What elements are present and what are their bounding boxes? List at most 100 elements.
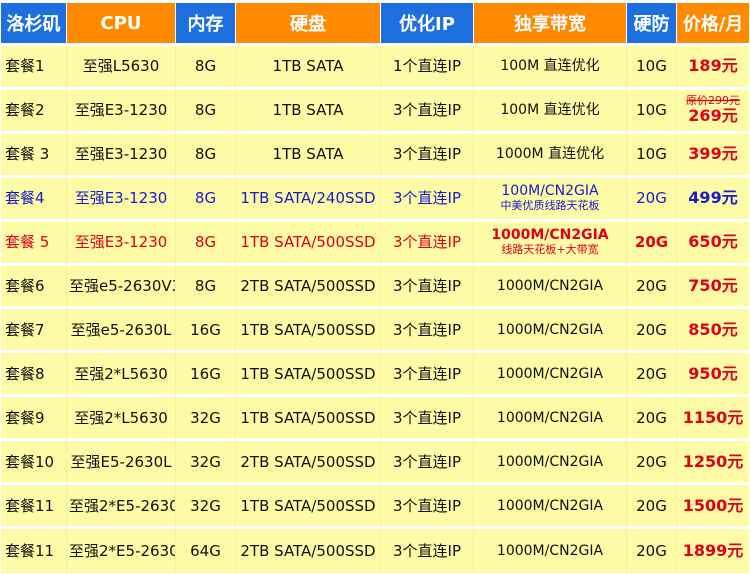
plan-price: 1250元 [677, 441, 749, 486]
plan-name: 套餐1 [1, 46, 67, 90]
plan-bandwidth: 1000M/CN2GIA [474, 353, 627, 398]
plan-memory: 8G [176, 133, 236, 178]
plan-ddos: 20G [627, 485, 677, 529]
table-row: 套餐 5 至强E3-1230 8G 1TB SATA/500SSD 3个直连IP… [1, 221, 749, 266]
header-bandwidth: 独享带宽 [474, 3, 627, 46]
plan-memory: 32G [176, 485, 236, 529]
plan-cpu: 至强E3-1230 [67, 177, 176, 222]
bandwidth-value: 1000M 直连优化 [495, 146, 605, 163]
price-value: 269元 [688, 106, 738, 126]
header-price: 价格/月 [677, 3, 749, 46]
plan-cpu: 至强2*L5630 [67, 353, 176, 398]
plan-price: 189元 [677, 46, 749, 90]
plan-ddos: 20G [627, 221, 677, 266]
price-value: 750元 [688, 275, 738, 295]
plan-name: 套餐11 [1, 485, 67, 529]
plan-price: 1500元 [677, 485, 749, 529]
plan-ddos: 20G [627, 265, 677, 310]
plan-ddos: 20G [627, 528, 677, 573]
plan-name: 套餐10 [1, 441, 67, 486]
bandwidth-value: 100M 直连优化 [500, 58, 600, 75]
plan-bandwidth: 1000M/CN2GIA [474, 528, 627, 573]
plan-ddos: 10G [627, 89, 677, 134]
plan-disk: 2TB SATA/500SSD [236, 528, 381, 573]
price-value: 499元 [688, 188, 738, 208]
plan-cpu: 至强e5-2630V3 [67, 265, 176, 310]
plan-bandwidth: 100M 直连优化 [474, 89, 627, 134]
plan-memory: 64G [176, 528, 236, 573]
price-value: 1500元 [682, 495, 744, 515]
bandwidth-value: 1000M/CN2GIA [496, 365, 604, 382]
plan-name: 套餐7 [1, 309, 67, 354]
header-cpu: CPU [67, 3, 176, 46]
plan-ip: 3个直连IP [381, 221, 474, 266]
plan-cpu: 至强E3-1230 [67, 133, 176, 178]
price-value: 1150元 [682, 407, 744, 427]
price-value: 850元 [688, 319, 738, 339]
table-row: 套餐4 至强E3-1230 8G 1TB SATA/240SSD 3个直连IP … [1, 177, 749, 222]
header-memory: 内存 [176, 3, 236, 46]
price-value: 1899元 [682, 540, 744, 560]
plan-disk: 1TB SATA/500SSD [236, 485, 381, 529]
plan-price: 750元 [677, 265, 749, 310]
plan-name: 套餐8 [1, 353, 67, 398]
plan-cpu: 至强E3-1230 [67, 221, 176, 266]
table-row: 套餐11 至强2*E5-2630L 32G 1TB SATA/500SSD 3个… [1, 485, 749, 529]
price-table: 洛杉矶 CPU 内存 硬盘 优化IP 独享带宽 硬防 价格/月 套餐1 至强L5… [1, 3, 749, 573]
table-row: 套餐 3 至强E3-1230 8G 1TB SATA 3个直连IP 1000M … [1, 133, 749, 178]
plan-bandwidth: 100M/CN2GIA 中美优质线路天花板 [474, 177, 627, 222]
plan-price: 原价299元 269元 [677, 89, 749, 134]
plan-memory: 8G [176, 177, 236, 222]
plan-price: 1899元 [677, 528, 749, 573]
bandwidth-value: 1000M/CN2GIA [496, 409, 604, 426]
bandwidth-note: 中美优质线路天花板 [500, 199, 600, 213]
header-row: 洛杉矶 CPU 内存 硬盘 优化IP 独享带宽 硬防 价格/月 [1, 3, 749, 46]
price-value: 189元 [688, 56, 738, 76]
plan-bandwidth: 1000M/CN2GIA [474, 265, 627, 310]
plan-name: 套餐6 [1, 265, 67, 310]
table-row: 套餐1 至强L5630 8G 1TB SATA 1个直连IP 100M 直连优化… [1, 46, 749, 90]
header-ip: 优化IP [381, 3, 474, 46]
plan-disk: 1TB SATA [236, 89, 381, 134]
header-ddos: 硬防 [627, 3, 677, 46]
plan-name: 套餐2 [1, 89, 67, 134]
plan-bandwidth: 1000M/CN2GIA 线路天花板+大带宽 [474, 221, 627, 266]
plan-bandwidth: 100M 直连优化 [474, 46, 627, 90]
bandwidth-value: 1000M/CN2GIA [496, 497, 604, 514]
plan-ddos: 20G [627, 177, 677, 222]
plan-name: 套餐11 [1, 528, 67, 573]
plan-ddos: 20G [627, 353, 677, 398]
plan-price: 1150元 [677, 397, 749, 442]
plan-ip: 3个直连IP [381, 485, 474, 529]
plan-price: 399元 [677, 133, 749, 178]
plan-cpu: 至强e5-2630L [67, 309, 176, 354]
plan-memory: 32G [176, 441, 236, 486]
table-row: 套餐8 至强2*L5630 16G 1TB SATA/500SSD 3个直连IP… [1, 353, 749, 398]
plan-name: 套餐 5 [1, 221, 67, 266]
plan-ip: 3个直连IP [381, 528, 474, 573]
plan-disk: 2TB SATA/500SSD [236, 441, 381, 486]
plan-ddos: 10G [627, 46, 677, 90]
plan-name: 套餐4 [1, 177, 67, 222]
plan-rows: 套餐1 至强L5630 8G 1TB SATA 1个直连IP 100M 直连优化… [1, 46, 749, 573]
plan-disk: 1TB SATA [236, 133, 381, 178]
plan-price: 499元 [677, 177, 749, 222]
plan-cpu: 至强2*E5-2630L [67, 485, 176, 529]
plan-ddos: 20G [627, 441, 677, 486]
plan-ip: 3个直连IP [381, 89, 474, 134]
plan-bandwidth: 1000M/CN2GIA [474, 485, 627, 529]
bandwidth-value: 1000M/CN2GIA [496, 321, 604, 338]
plan-bandwidth: 1000M/CN2GIA [474, 441, 627, 486]
plan-memory: 8G [176, 89, 236, 134]
plan-cpu: 至强E5-2630L [67, 441, 176, 486]
table-row: 套餐11 至强2*E5-2630L 64G 2TB SATA/500SSD 3个… [1, 528, 749, 573]
plan-ddos: 10G [627, 133, 677, 178]
plan-ddos: 20G [627, 309, 677, 354]
bandwidth-value: 100M/CN2GIA [501, 183, 599, 200]
plan-memory: 32G [176, 397, 236, 442]
plan-name: 套餐 3 [1, 133, 67, 178]
plan-ip: 3个直连IP [381, 265, 474, 310]
price-value: 399元 [688, 144, 738, 164]
plan-ip: 3个直连IP [381, 353, 474, 398]
bandwidth-value: 1000M/CN2GIA [496, 277, 604, 294]
